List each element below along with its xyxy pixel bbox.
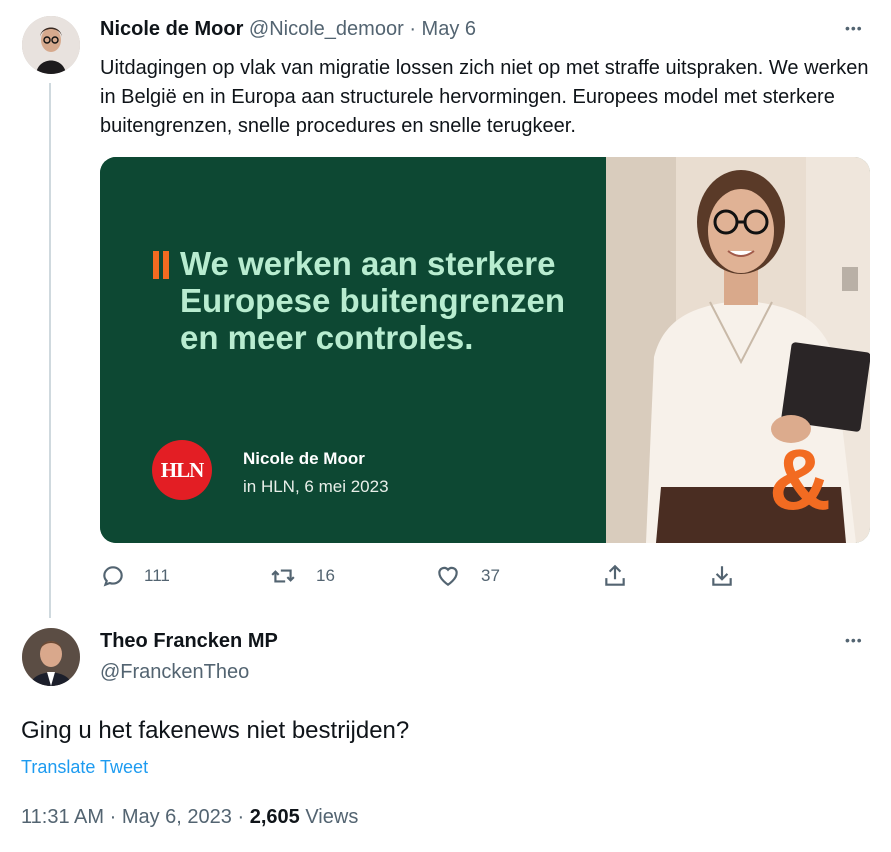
reply-icon (103, 566, 123, 587)
card-source: in HLN, 6 mei 2023 (243, 477, 389, 496)
like-button[interactable]: 37 (435, 563, 500, 589)
tweet2-handle[interactable]: @FranckenTheo (100, 661, 249, 684)
tweet1-media-card[interactable]: We werken aan sterkere Europese buitengr… (100, 157, 870, 543)
tweet1-more-icon[interactable]: ••• (845, 20, 863, 36)
card-portrait-photo: & (606, 157, 870, 543)
nicole-avatar-image (22, 16, 80, 74)
theo-avatar[interactable] (22, 628, 80, 686)
card-headline: We werken aan sterkere Europese buitengr… (180, 245, 566, 356)
card-text-panel: We werken aan sterkere Europese buitengr… (100, 157, 606, 543)
tweet2-time[interactable]: 11:31 AM (21, 806, 104, 828)
tweet2-meta: 11:31 AM · May 6, 2023 · 2,605 Views (21, 806, 358, 829)
download-button[interactable] (709, 563, 735, 589)
like-count: 37 (481, 566, 500, 585)
retweet-count: 16 (316, 566, 335, 585)
tweet2-more-icon[interactable]: ••• (845, 632, 863, 648)
retweet-icon (271, 569, 295, 583)
theo-avatar-image (22, 628, 80, 686)
reply-button[interactable]: 111 (100, 563, 170, 589)
share-button[interactable] (602, 563, 628, 589)
thread-line (49, 83, 51, 618)
card-author: Nicole de Moor (243, 449, 365, 468)
views-count: 2,605 (249, 806, 300, 828)
reply-count: 111 (144, 566, 170, 585)
tweet1-separator: · (409, 18, 416, 40)
tweet1-text: Uitdagingen op vlak van migratie lossen … (100, 57, 869, 137)
tweet2-date[interactable]: May 6, 2023 (122, 806, 232, 828)
download-icon (712, 566, 732, 586)
quote-mark-icon (153, 251, 173, 279)
tweet2-text: Ging u het fakenews niet bestrijden? (21, 717, 410, 744)
translate-tweet-link[interactable]: Translate Tweet (21, 757, 148, 778)
heart-icon (438, 566, 458, 586)
hln-logo: HLN (152, 440, 212, 500)
meta-separator: · (109, 806, 117, 828)
nicole-avatar[interactable] (22, 16, 80, 74)
tweet1-handle[interactable]: @Nicole_demoor (249, 18, 404, 40)
meta-separator: · (237, 806, 245, 828)
tweet1-header: Nicole de Moor @Nicole_demoor · May 6 (100, 18, 476, 41)
tweet1-author-name[interactable]: Nicole de Moor (100, 18, 243, 40)
share-icon (605, 564, 625, 586)
tweet2-author-name[interactable]: Theo Francken MP (100, 630, 278, 653)
tweet1-date[interactable]: May 6 (422, 18, 476, 40)
retweet-button[interactable]: 16 (270, 563, 335, 589)
views-label: Views (305, 806, 359, 828)
svg-text:&: & (769, 432, 831, 528)
